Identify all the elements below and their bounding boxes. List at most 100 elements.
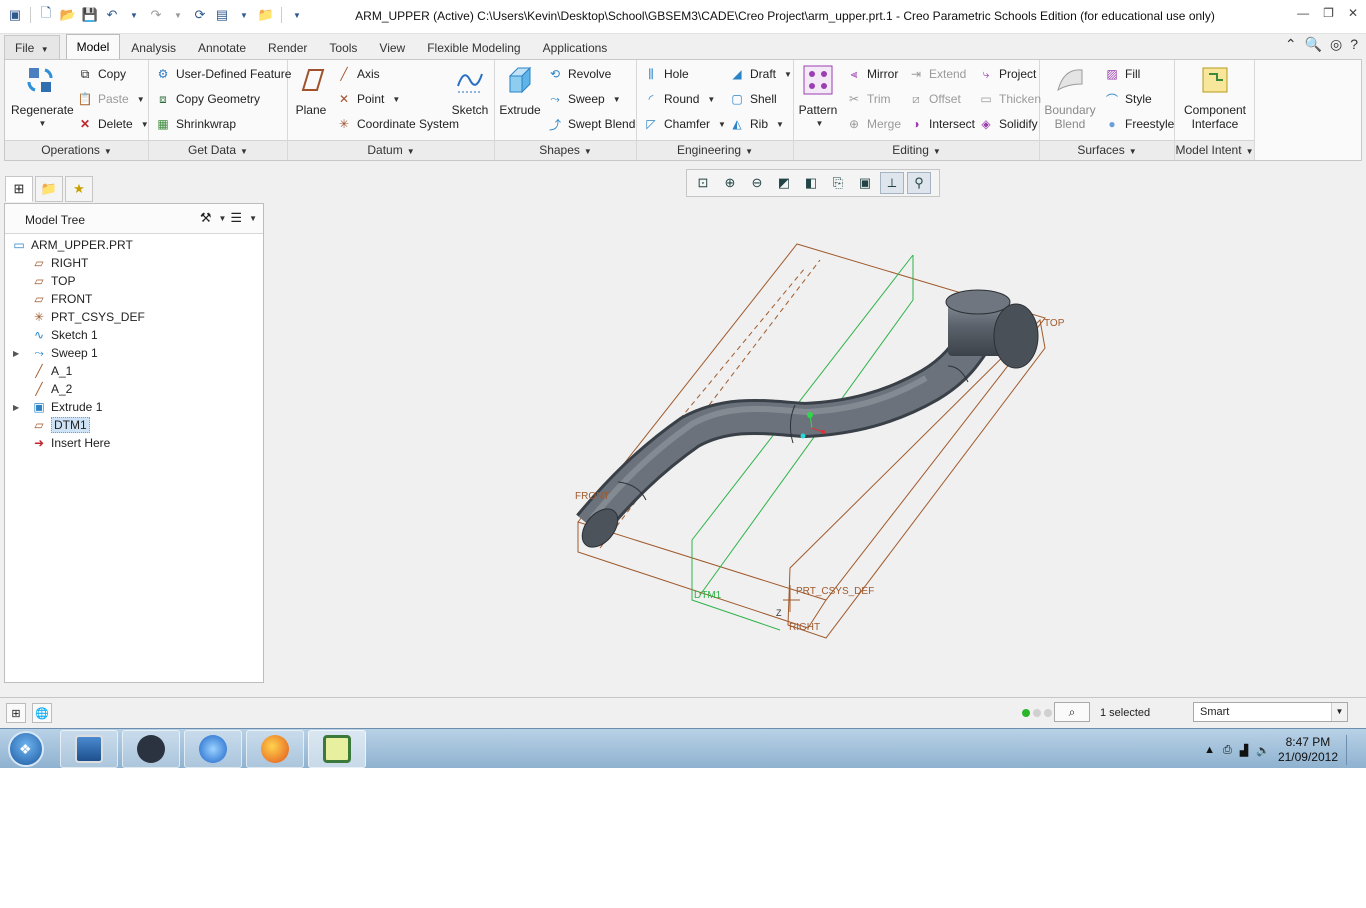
merge-button[interactable]: ⊕ Merge <box>846 114 901 134</box>
model-intent-group-label[interactable]: Model Intent ▼ <box>1175 140 1254 160</box>
undo-dropdown-icon[interactable]: ▼ <box>125 6 143 24</box>
datum-group-label[interactable]: Datum ▼ <box>288 140 494 160</box>
graphics-window[interactable]: FRONT TOP RIGHT PRT_CSYS_DEF DTM1 Z <box>270 200 1360 690</box>
redo-dropdown-icon[interactable]: ▼ <box>169 6 187 24</box>
coordinate-system-button[interactable]: ✳ Coordinate System <box>336 114 459 134</box>
extrude-button[interactable]: Extrude <box>499 64 541 117</box>
thicken-button[interactable]: ▭ Thicken <box>978 89 1041 109</box>
extend-button[interactable]: ⇥ Extend <box>908 64 966 84</box>
show-icon[interactable]: ☰ <box>230 210 242 226</box>
datum-plane-dtm1[interactable] <box>691 254 914 631</box>
tab-model[interactable]: Model <box>65 34 121 60</box>
redo-icon[interactable]: ↷ <box>147 6 165 24</box>
chevron-down-icon[interactable]: ▼ <box>219 214 227 223</box>
copy-geometry-button[interactable]: ⧈ Copy Geometry <box>155 89 260 109</box>
project-button[interactable]: ⤷ Project <box>978 64 1037 84</box>
revolve-button[interactable]: ⟲ Revolve <box>547 64 611 84</box>
tree-item[interactable]: ▶ ▣ Extrude 1 <box>5 398 263 416</box>
chevron-down-icon[interactable]: ▼ <box>249 214 257 223</box>
rib-button[interactable]: ◭ Rib ▼ <box>729 114 784 134</box>
show-hidden-icons-icon[interactable]: ▲ <box>1204 744 1215 756</box>
tree-item[interactable]: ▱ RIGHT <box>5 254 263 272</box>
taskbar-app-creo[interactable] <box>308 730 366 768</box>
regenerate-icon[interactable]: ⟳ <box>191 6 209 24</box>
windows-dropdown-icon[interactable]: ▼ <box>235 6 253 24</box>
chamfer-button[interactable]: ◸ Chamfer ▼ <box>643 114 726 134</box>
sketch-button[interactable]: Sketch <box>450 64 490 117</box>
regenerate-button[interactable]: Regenerate ▼ <box>11 64 74 128</box>
paste-button[interactable]: 📋 Paste ▼ <box>77 89 145 109</box>
windows-icon[interactable]: ▤ <box>213 6 231 24</box>
tree-item[interactable]: ▭ ARM_UPPER.PRT <box>5 236 263 254</box>
creo-app-icon[interactable]: ▣ <box>6 6 24 24</box>
shell-button[interactable]: ▢ Shell <box>729 89 776 109</box>
delete-button[interactable]: ✕ Delete ▼ <box>77 114 149 134</box>
tab-tools[interactable]: Tools <box>318 35 368 60</box>
tree-item[interactable]: ∿ Sketch 1 <box>5 326 263 344</box>
sweep-button[interactable]: ⤳ Sweep ▼ <box>547 89 620 109</box>
tree-item[interactable]: ▱ TOP <box>5 272 263 290</box>
toggle-navigator-icon[interactable]: ⊞ <box>6 703 26 723</box>
mirror-button[interactable]: ⫷ Mirror <box>846 64 899 84</box>
selection-filter-dropdown[interactable]: Smart ▼ <box>1193 702 1348 722</box>
clock[interactable]: 8:47 PM 21/09/2012 <box>1278 735 1338 765</box>
volume-icon[interactable]: 🔈 <box>1256 744 1270 757</box>
close-window-icon[interactable]: 📁 <box>257 6 275 24</box>
close-icon[interactable]: ✕ <box>1348 6 1358 20</box>
intersect-button[interactable]: ◑ Intersect <box>908 114 975 134</box>
taskbar-app-firefox[interactable] <box>246 730 304 768</box>
search-icon[interactable]: 🔍 <box>1305 36 1322 53</box>
expand-arrow-icon[interactable]: ▶ <box>13 349 19 358</box>
save-icon[interactable]: 💾 <box>81 6 99 24</box>
draft-button[interactable]: ◢ Draft ▼ <box>729 64 792 84</box>
surfaces-group-label[interactable]: Surfaces ▼ <box>1040 140 1174 160</box>
expand-arrow-icon[interactable]: ▶ <box>13 403 19 412</box>
minimize-icon[interactable]: — <box>1297 6 1309 20</box>
engineering-group-label[interactable]: Engineering ▼ <box>637 140 793 160</box>
editing-group-label[interactable]: Editing ▼ <box>794 140 1039 160</box>
find-button[interactable]: ⌕ <box>1054 702 1090 722</box>
fill-button[interactable]: ▨ Fill <box>1104 64 1140 84</box>
freestyle-button[interactable]: ● Freestyle <box>1104 114 1174 134</box>
annotation-display-icon[interactable]: ⚲ <box>907 172 931 194</box>
swept-blend-button[interactable]: ⤴ Swept Blend <box>547 114 635 134</box>
tab-analysis[interactable]: Analysis <box>120 35 187 60</box>
pattern-button[interactable]: Pattern ▼ <box>798 64 838 128</box>
get-data-group-label[interactable]: Get Data ▼ <box>149 140 287 160</box>
taskbar-app-itunes[interactable] <box>184 730 242 768</box>
usb-device-icon[interactable]: ⎙ <box>1223 744 1232 757</box>
style-button[interactable]: ⌒ Style <box>1104 89 1152 109</box>
tree-item[interactable]: ▱ FRONT <box>5 290 263 308</box>
start-button[interactable]: ❖ <box>8 731 44 767</box>
collapse-ribbon-icon[interactable]: ⌃ <box>1285 36 1297 53</box>
tab-flexible-modeling[interactable]: Flexible Modeling <box>416 35 531 60</box>
saved-orientations-icon[interactable]: ⎘ <box>826 172 850 194</box>
folder-browser-tab[interactable]: 📁 <box>35 176 63 202</box>
datum-display-filters-icon[interactable]: ⟂ <box>880 172 904 194</box>
tree-item[interactable]: ✳ PRT_CSYS_DEF <box>5 308 263 326</box>
hole-button[interactable]: ⫼ Hole <box>643 64 688 84</box>
network-icon[interactable]: ▟ <box>1240 744 1248 757</box>
tree-item[interactable]: ▶ ⤳ Sweep 1 <box>5 344 263 362</box>
repaint-icon[interactable]: ◩ <box>772 172 796 194</box>
zoom-out-icon[interactable]: ⊖ <box>745 172 769 194</box>
point-button[interactable]: ✕ Point ▼ <box>336 89 400 109</box>
tab-applications[interactable]: Applications <box>532 35 619 60</box>
axis-button[interactable]: ╱ Axis <box>336 64 379 84</box>
operations-group-label[interactable]: Operations ▼ <box>5 140 148 160</box>
arm-upper-part[interactable] <box>575 289 1039 554</box>
tree-item[interactable]: ➜ Insert Here <box>5 434 263 452</box>
tab-annotate[interactable]: Annotate <box>187 35 257 60</box>
tab-view[interactable]: View <box>368 35 416 60</box>
shrinkwrap-button[interactable]: ▦ Shrinkwrap <box>155 114 236 134</box>
tab-render[interactable]: Render <box>257 35 318 60</box>
refit-icon[interactable]: ⊡ <box>691 172 715 194</box>
solidify-button[interactable]: ◈ Solidify <box>978 114 1037 134</box>
tree-item[interactable]: ╱ A_2 <box>5 380 263 398</box>
favorites-tab[interactable]: ★ <box>65 176 93 202</box>
user-defined-feature-button[interactable]: ⚙ User-Defined Feature <box>155 64 292 84</box>
offset-button[interactable]: ⧄ Offset <box>908 89 961 109</box>
plane-button[interactable]: Plane <box>292 64 330 117</box>
restore-icon[interactable]: ❐ <box>1323 6 1334 20</box>
round-button[interactable]: ◜ Round ▼ <box>643 89 716 109</box>
